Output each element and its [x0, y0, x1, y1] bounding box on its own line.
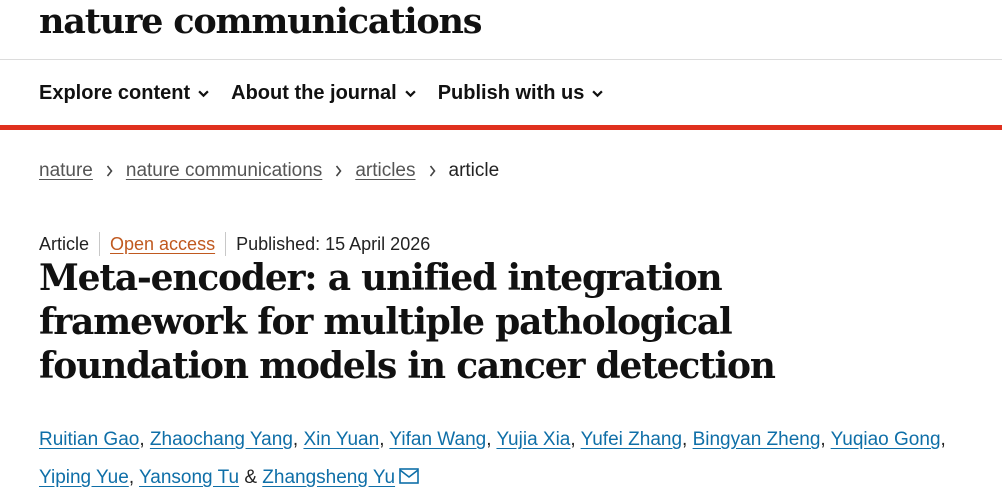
author-link[interactable]: Bingyan Zheng	[693, 429, 821, 450]
author-separator: ,	[379, 429, 390, 450]
author-link[interactable]: Yuqiao Gong	[831, 429, 941, 450]
breadcrumb-nature[interactable]: nature	[39, 160, 93, 182]
chevron-down-icon	[592, 90, 604, 98]
author-separator: ,	[486, 429, 497, 450]
author-link[interactable]: Yufei Zhang	[581, 429, 682, 450]
author-link[interactable]: Yiping Yue	[39, 467, 129, 488]
breadcrumb: nature nature communications articles ar…	[39, 160, 499, 182]
main-nav: Explore content About the journal Publis…	[0, 60, 1002, 130]
site-header: nature communications	[0, 0, 1002, 60]
meta-divider	[99, 232, 101, 256]
author-separator: ,	[139, 429, 150, 450]
author-link[interactable]: Xin Yuan	[303, 429, 379, 450]
author-link[interactable]: Zhaochang Yang	[150, 429, 293, 450]
chevron-right-icon	[106, 165, 113, 177]
mail-icon[interactable]	[399, 468, 419, 484]
author-link[interactable]: Yujia Xia	[496, 429, 570, 450]
journal-logo[interactable]: nature communications	[39, 0, 482, 44]
article-type: Article	[39, 233, 90, 254]
author-separator: ,	[820, 429, 831, 450]
author-list: Ruitian Gao, Zhaochang Yang, Xin Yuan, Y…	[39, 421, 989, 495]
open-access-link[interactable]: Open access	[110, 234, 215, 255]
author-separator: ,	[292, 429, 304, 450]
breadcrumb-nature-communications[interactable]: nature communications	[126, 160, 322, 182]
author-separator: ,	[682, 429, 693, 450]
author-separator: ,	[128, 467, 140, 488]
nav-publish-with-us[interactable]: Publish with us	[438, 82, 604, 105]
chevron-right-icon	[336, 165, 342, 177]
article-meta: Article Open access Published: 15 April …	[39, 232, 430, 256]
nav-item-label: Publish with us	[437, 82, 585, 104]
chevron-down-icon	[405, 90, 416, 98]
meta-divider	[225, 232, 227, 256]
author-separator: &	[239, 467, 263, 488]
chevron-down-icon	[198, 90, 209, 98]
article-title: Meta-encoder: a unified integration fram…	[39, 257, 776, 387]
author-separator: ,	[940, 429, 946, 450]
breadcrumb-articles[interactable]: articles	[355, 160, 415, 182]
author-link[interactable]: Ruitian Gao	[39, 429, 139, 450]
published-date: Published: 15 April 2026	[236, 233, 431, 254]
nav-about-journal[interactable]: About the journal	[231, 82, 416, 105]
author-link[interactable]: Zhangsheng Yu	[262, 467, 395, 488]
nav-item-label: About the journal	[231, 82, 397, 104]
nav-item-label: Explore content	[39, 82, 191, 104]
breadcrumb-current: article	[448, 160, 500, 181]
chevron-right-icon	[429, 165, 436, 177]
author-separator: ,	[570, 429, 581, 450]
author-link[interactable]: Yifan Wang	[389, 429, 486, 450]
nav-explore-content[interactable]: Explore content	[39, 82, 209, 105]
author-link[interactable]: Yansong Tu	[139, 467, 239, 488]
